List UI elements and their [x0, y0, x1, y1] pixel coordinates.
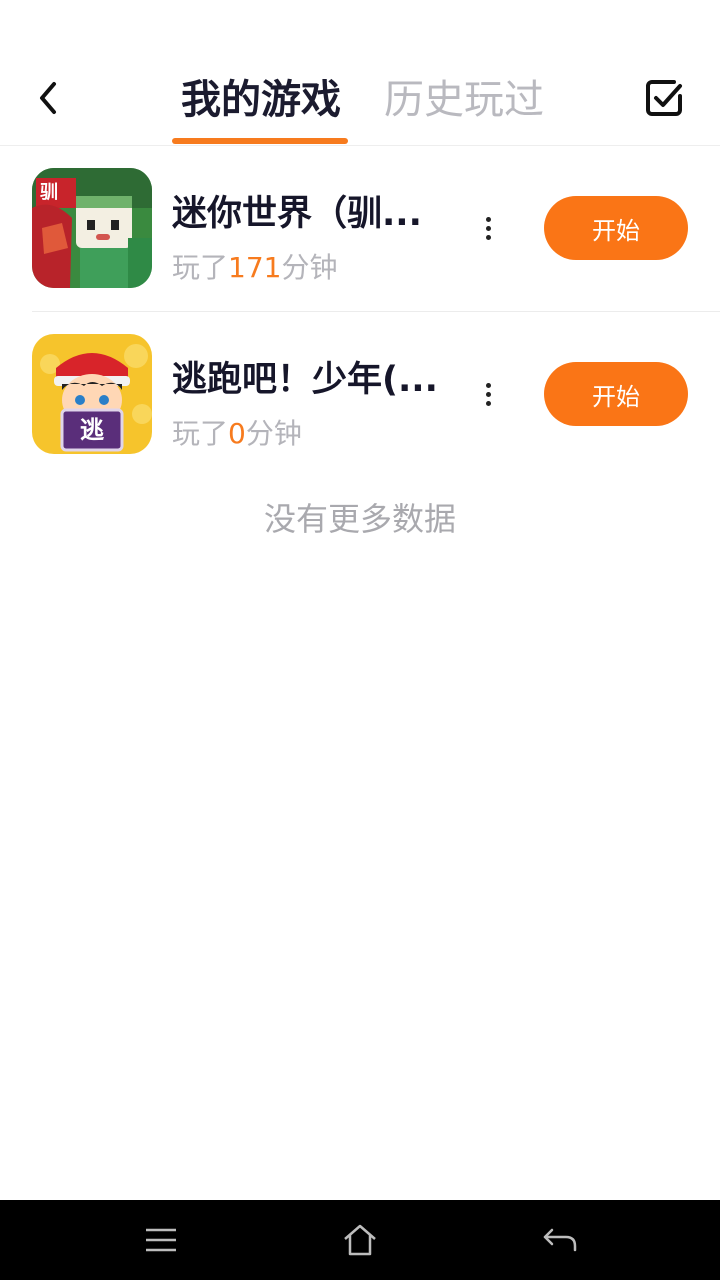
more-options-button[interactable] — [472, 212, 504, 244]
dot — [485, 216, 491, 222]
tab-history-played[interactable]: 历史玩过 — [384, 72, 544, 128]
escape-boy-game-icon[interactable]: 逃 — [32, 334, 152, 454]
tab-my-games[interactable]: 我的游戏 — [172, 72, 350, 128]
more-options-button[interactable] — [472, 378, 504, 410]
playtime-minutes: 0 — [228, 417, 246, 450]
dot — [485, 391, 491, 397]
nav-back-button[interactable] — [536, 1216, 584, 1264]
escape-boy-icon-text: 逃 — [80, 416, 104, 444]
game-title[interactable]: 逃跑吧！少年(... — [172, 356, 442, 404]
top-bar: 我的游戏 历史玩过 — [0, 0, 720, 146]
game-list: 驯 迷你世界（驯... 玩了171分钟 开始 逃 逃跑吧！少年(... 玩了0分… — [0, 146, 720, 478]
system-navigation-bar — [0, 1200, 720, 1280]
playtime-suffix: 分钟 — [281, 251, 338, 284]
game-playtime: 玩了171分钟 — [172, 248, 337, 288]
dot — [485, 234, 491, 240]
home-icon — [344, 1224, 376, 1256]
no-more-data-text: 没有更多数据 — [263, 500, 456, 538]
back-arrow-icon — [543, 1228, 577, 1252]
mini-world-game-icon[interactable]: 驯 — [32, 168, 152, 288]
playtime-prefix: 玩了 — [172, 251, 229, 284]
start-button[interactable]: 开始 — [544, 362, 688, 426]
game-playtime: 玩了0分钟 — [172, 414, 302, 454]
back-button[interactable] — [24, 72, 72, 124]
start-button[interactable]: 开始 — [544, 196, 688, 260]
game-title[interactable]: 迷你世界（驯... — [172, 190, 442, 238]
playtime-minutes: 171 — [228, 251, 282, 284]
dot — [485, 382, 491, 388]
dot — [485, 225, 491, 231]
chevron-left-icon — [40, 82, 56, 114]
manage-button[interactable] — [640, 74, 688, 122]
game-item[interactable]: 逃 逃跑吧！少年(... 玩了0分钟 开始 — [0, 312, 720, 478]
nav-home-button[interactable] — [336, 1216, 384, 1264]
active-tab-indicator — [172, 138, 348, 144]
checkbox-checked-icon — [646, 80, 682, 116]
playtime-prefix: 玩了 — [172, 417, 229, 450]
svg-text:驯: 驯 — [40, 182, 58, 203]
dot — [485, 400, 491, 406]
menu-icon — [146, 1228, 176, 1252]
nav-menu-button[interactable] — [137, 1216, 185, 1264]
game-item[interactable]: 驯 迷你世界（驯... 玩了171分钟 开始 — [0, 146, 720, 312]
playtime-suffix: 分钟 — [245, 417, 302, 450]
